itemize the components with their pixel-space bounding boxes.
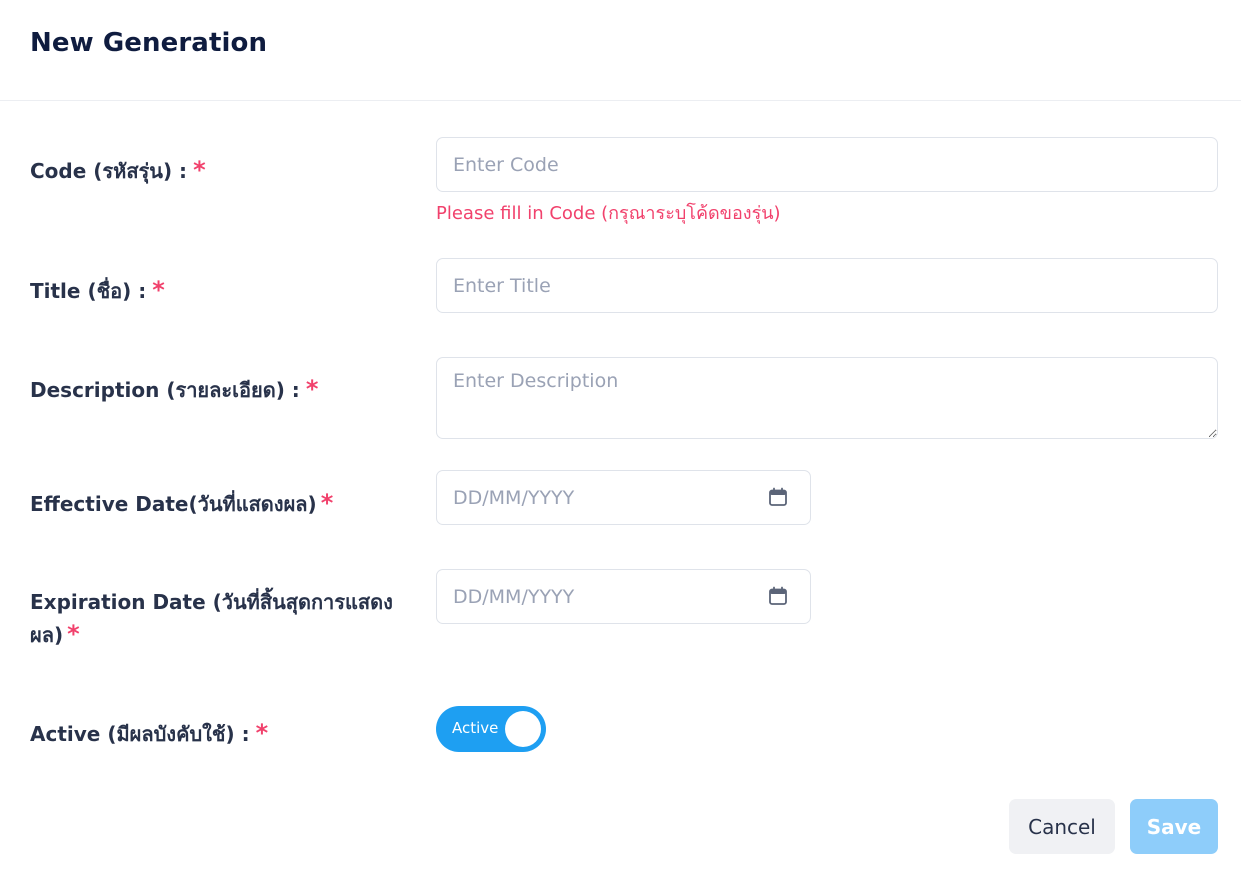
- description-required-mark: *: [305, 375, 319, 403]
- expiration-date-picker: [436, 569, 811, 624]
- title-label-row: Title (ชื่อ) : *: [30, 274, 400, 307]
- title-input[interactable]: [436, 258, 1218, 313]
- dialog-header: New Generation: [0, 0, 1241, 101]
- save-button[interactable]: Save: [1130, 799, 1218, 854]
- code-input[interactable]: [436, 137, 1218, 192]
- title-required-mark: *: [152, 276, 165, 304]
- dialog-title: New Generation: [30, 28, 268, 58]
- description-label: Description (รายละเอียด) :: [30, 378, 300, 402]
- active-toggle-knob: [505, 711, 541, 747]
- calendar-icon[interactable]: [768, 586, 788, 606]
- new-generation-dialog: New Generation Code (รหัสรุ่น) :* Please…: [0, 0, 1241, 876]
- effective-date-label-row: Effective Date(วันที่แสดงผล) *: [30, 487, 400, 520]
- cancel-button[interactable]: Cancel: [1009, 799, 1115, 854]
- active-label-row: Active (มีผลบังคับใช้) : *: [30, 717, 400, 750]
- title-label: Title (ชื่อ) :: [30, 279, 147, 303]
- expiration-date-required-mark: *: [67, 620, 80, 648]
- effective-date-required-mark: *: [320, 489, 334, 517]
- expiration-date-label-row: Expiration Date (วันที่สิ้นสุดการแสดงผล)…: [30, 586, 402, 651]
- code-label: Code (รหัสรุ่น) :: [30, 159, 188, 183]
- active-label: Active (มีผลบังคับใช้) :: [30, 722, 250, 746]
- code-label-row: Code (รหัสรุ่น) : *: [30, 154, 400, 187]
- calendar-icon[interactable]: [768, 487, 788, 507]
- effective-date-input[interactable]: [437, 471, 757, 524]
- code-error-message: Please fill in Code (กรุณาระบุโค้ดของรุ่…: [436, 203, 781, 224]
- effective-date-label: Effective Date(วันที่แสดงผล): [30, 492, 317, 516]
- expiration-date-label: Expiration Date (วันที่สิ้นสุดการแสดงผล): [30, 590, 393, 647]
- effective-date-picker: [436, 470, 811, 525]
- expiration-date-input[interactable]: [437, 570, 757, 623]
- active-required-mark: *: [255, 719, 269, 747]
- code-required-mark: *: [193, 156, 206, 184]
- active-toggle[interactable]: Active: [436, 706, 546, 752]
- description-textarea[interactable]: [436, 357, 1218, 439]
- description-label-row: Description (รายละเอียด) : *: [30, 373, 400, 406]
- active-toggle-label: Active: [452, 719, 499, 737]
